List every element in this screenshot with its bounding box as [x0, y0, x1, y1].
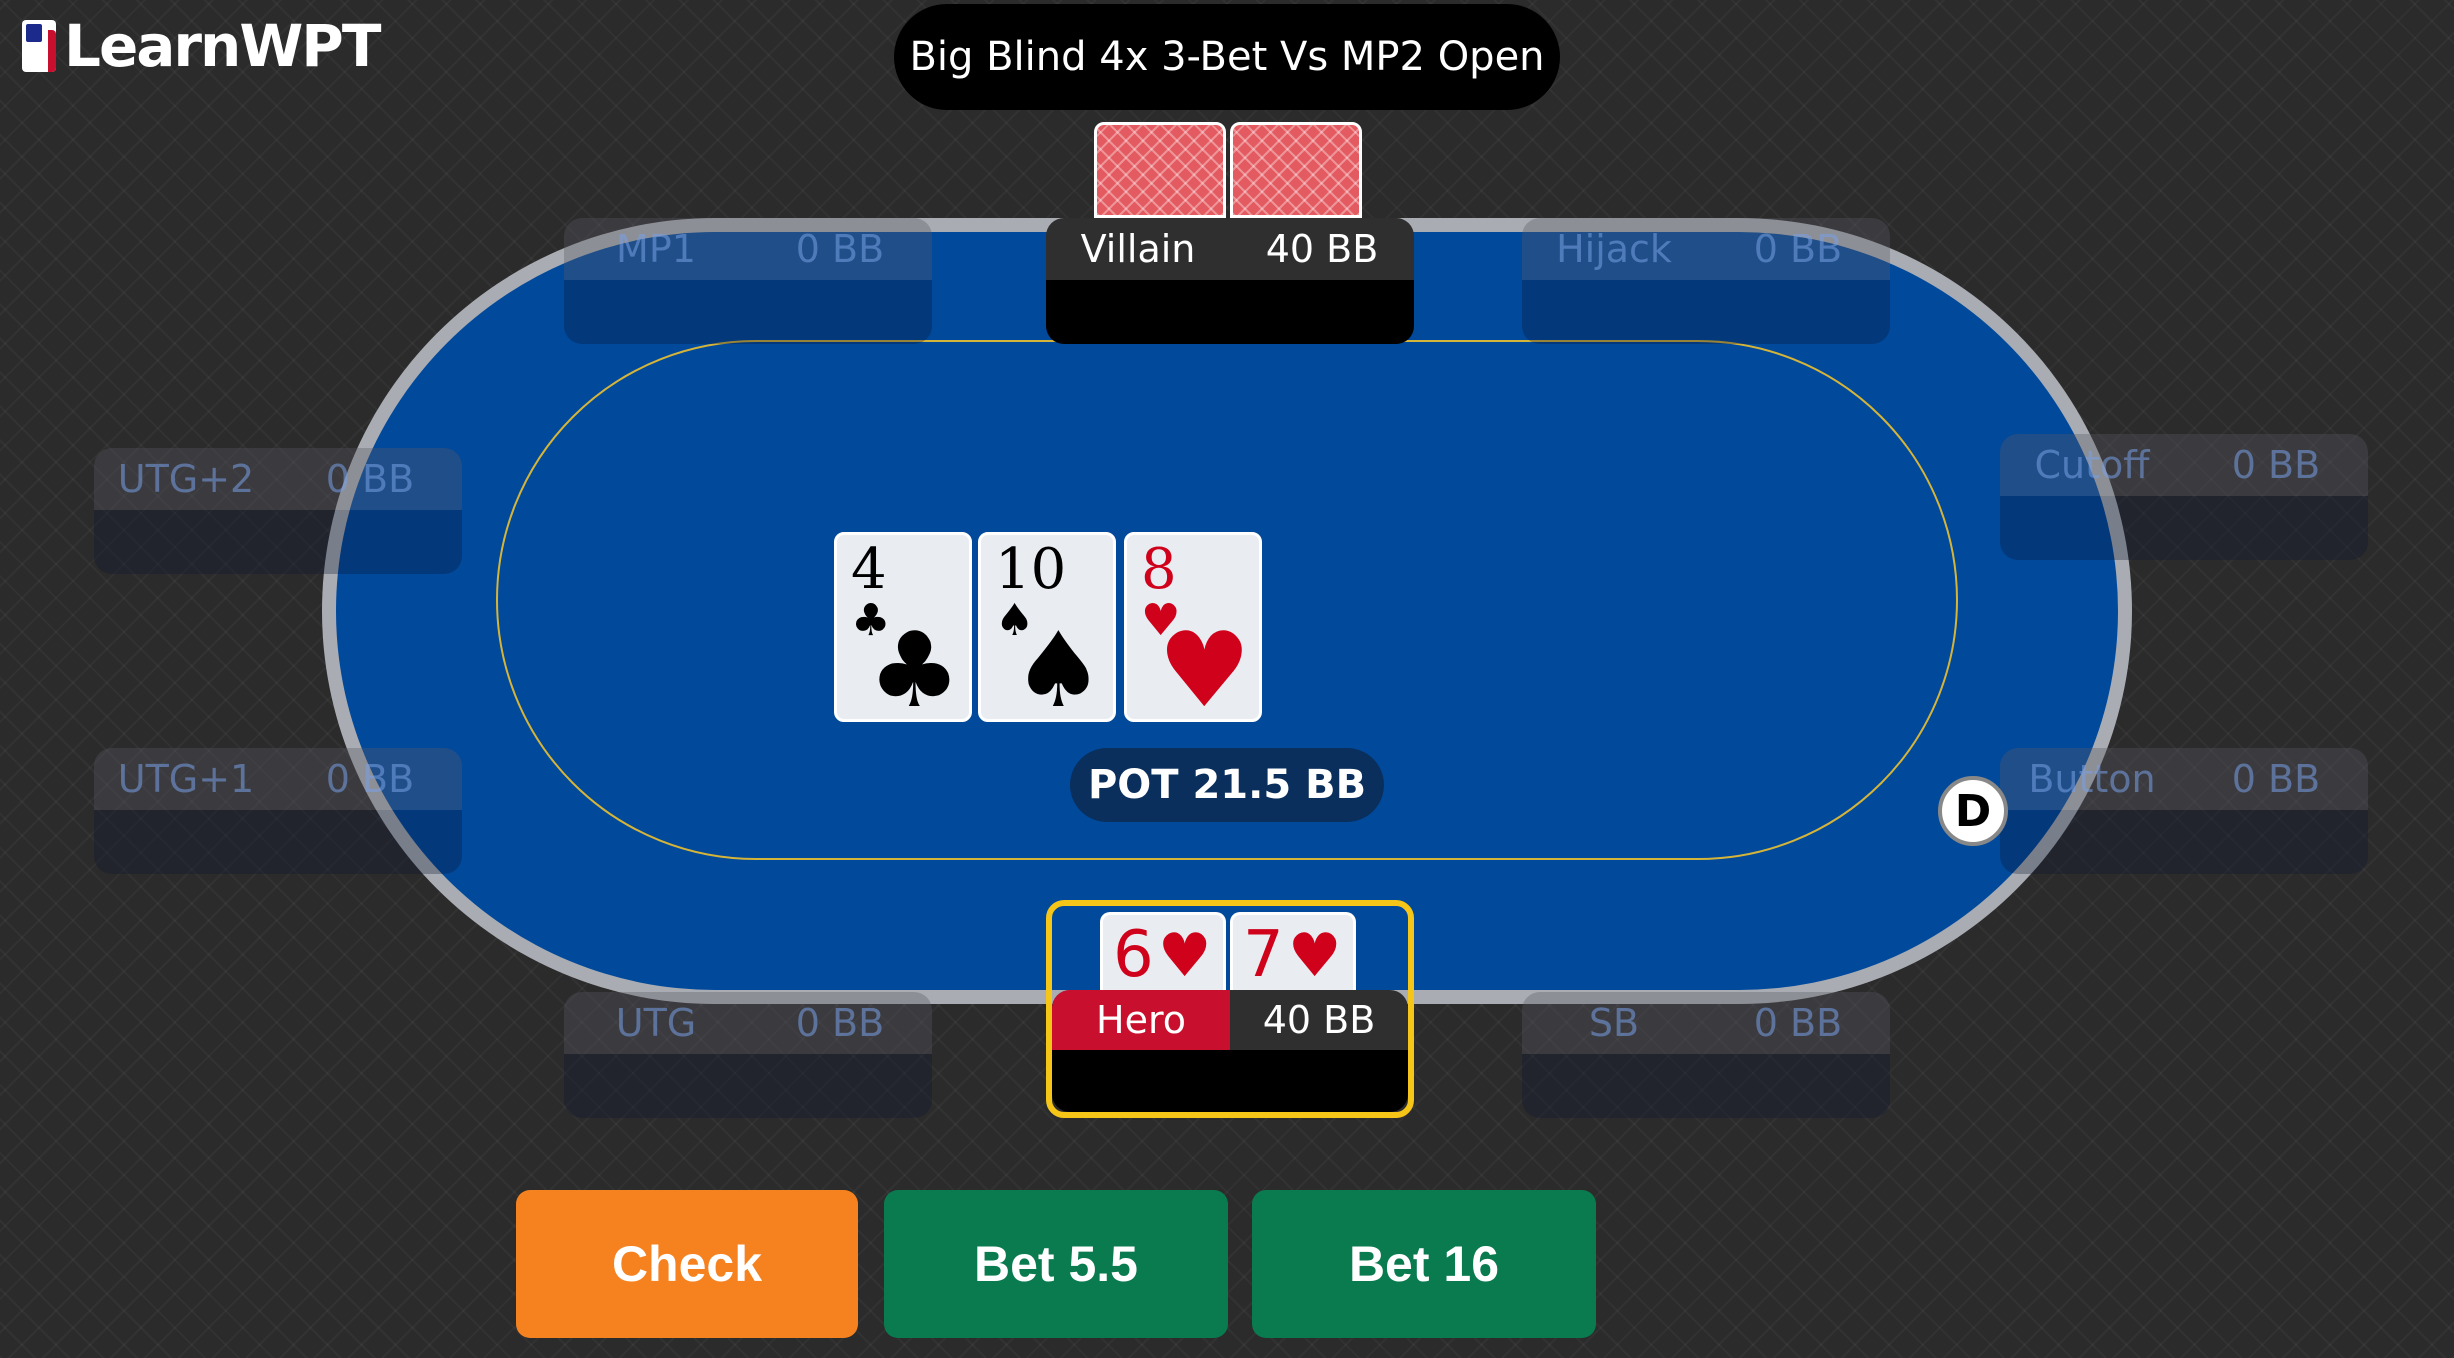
seat-name: Button — [2028, 757, 2156, 801]
seat-utg: UTG 0 BB — [564, 992, 932, 1118]
seat-stack: 0 BB — [2231, 757, 2321, 801]
seat-cutoff: Cutoff 0 BB — [2000, 434, 2368, 560]
seat-stack: 0 BB — [795, 227, 885, 271]
card-rank: 4 — [851, 537, 887, 602]
seat-stack: 40 BB — [1265, 227, 1379, 271]
seat-utg2: UTG+2 0 BB — [94, 448, 462, 574]
seat-name: Cutoff — [2034, 443, 2150, 487]
seat-stack: 0 BB — [325, 457, 415, 501]
board-card: 10 ♠ ♠ — [978, 532, 1116, 731]
seat-name: UTG+1 — [117, 757, 255, 801]
check-button[interactable]: Check — [516, 1190, 858, 1338]
seat-name: UTG+2 — [117, 457, 255, 501]
seat-name: Villain — [1080, 227, 1196, 271]
heart-suit-icon: ♥ — [1157, 609, 1251, 731]
seat-stack: 0 BB — [325, 757, 415, 801]
bet-large-button[interactable]: Bet 16 — [1252, 1190, 1596, 1338]
seat-villain: Villain 40 BB — [1046, 218, 1414, 344]
seat-name: UTG — [615, 1001, 697, 1045]
logo-text: LearnWPT — [64, 12, 381, 80]
pot-display: POT 21.5 BB — [1070, 748, 1384, 822]
dealer-button-icon: D — [1938, 776, 2008, 846]
seat-stack: 0 BB — [1753, 1001, 1843, 1045]
seat-stack: 0 BB — [1753, 227, 1843, 271]
villain-card-back — [1094, 122, 1226, 218]
spade-suit-icon: ♠ — [1011, 609, 1105, 731]
playing-card-logo-icon — [22, 20, 56, 72]
seat-mp1: MP1 0 BB — [564, 218, 932, 344]
seat-hijack: Hijack 0 BB — [1522, 218, 1890, 344]
villain-card-back — [1230, 122, 1362, 218]
learnwpt-logo: LearnWPT — [22, 12, 381, 80]
card-rank: 10 — [995, 537, 1067, 602]
club-suit-icon: ♣ — [867, 609, 961, 731]
card-rank: 8 — [1141, 537, 1177, 602]
seat-name: SB — [1588, 1001, 1640, 1045]
seat-name: Hijack — [1556, 227, 1672, 271]
seat-sb: SB 0 BB — [1522, 992, 1890, 1118]
scenario-title: Big Blind 4x 3-Bet Vs MP2 Open — [894, 4, 1560, 110]
seat-utg1: UTG+1 0 BB — [94, 748, 462, 874]
hero-highlight-frame — [1046, 900, 1414, 1118]
seat-button: Button 0 BB — [2000, 748, 2368, 874]
seat-name: MP1 — [616, 227, 696, 271]
seat-stack: 0 BB — [795, 1001, 885, 1045]
bet-small-button[interactable]: Bet 5.5 — [884, 1190, 1228, 1338]
board-card: 4 ♣ ♣ — [834, 532, 972, 731]
seat-stack: 0 BB — [2231, 443, 2321, 487]
board-card: 8 ♥ ♥ — [1124, 532, 1262, 731]
